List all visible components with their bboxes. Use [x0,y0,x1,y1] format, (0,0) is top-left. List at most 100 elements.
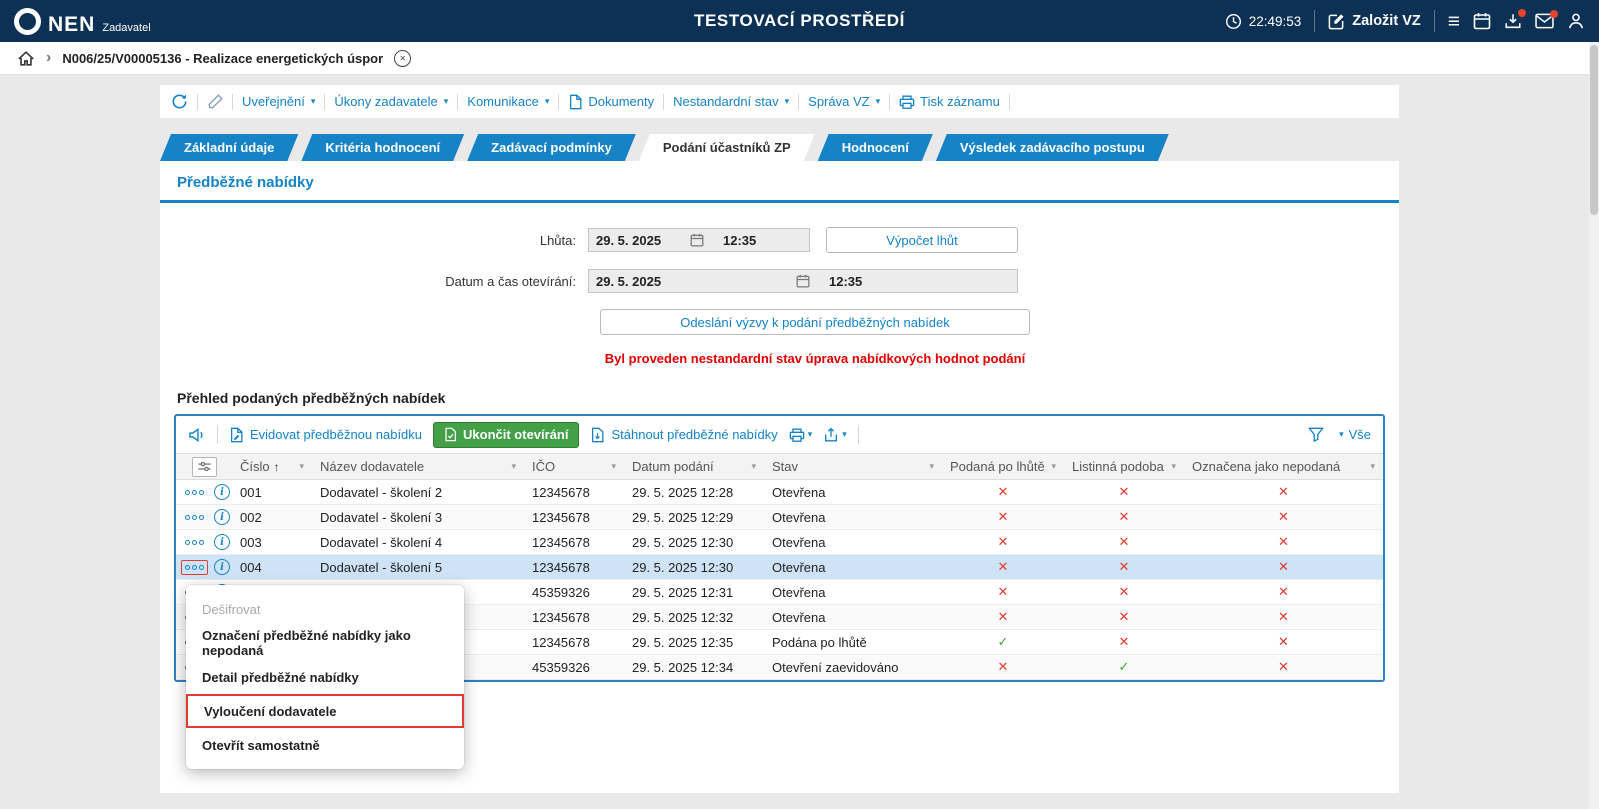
column-header-cislo[interactable]: Číslo↑▾ [232,454,312,479]
pencil-square-icon [1328,13,1345,30]
toolbar-link-dokumenty[interactable]: Dokumenty [568,94,654,110]
column-label: IČO [532,459,555,474]
caret-down-icon[interactable]: ▾ [751,461,756,472]
environment-title: TESTOVACÍ PROSTŘEDÍ [694,11,905,31]
toolbar-link-label: Správa VZ [808,94,869,109]
row-info-button[interactable]: i [214,484,230,500]
tab-zadavaci-podminky[interactable]: Zadávací podmínky [467,134,636,161]
row-menu-button[interactable] [181,535,208,550]
filter-icon[interactable] [1308,427,1324,442]
history-icon[interactable] [171,93,188,110]
caret-down-icon[interactable]: ▾ [1370,461,1375,472]
caret-down-icon[interactable]: ▾ [929,461,934,472]
calendar-icon[interactable] [796,274,810,288]
tab-vysledek-zadavaciho-postupu[interactable]: Výsledek zadávacího postupu [936,134,1169,161]
toolbar-link-label: Tisk záznamu [920,94,1000,109]
scrollbar-thumb[interactable] [1590,45,1598,215]
row-info-button[interactable]: i [214,534,230,550]
deadline-time-field[interactable]: 12:35 [711,229,809,251]
nen-brand[interactable]: NEN Zadavatel [14,8,151,35]
row-info-button[interactable]: i [214,559,230,575]
menu-item-detail-predbezne-nabidky[interactable]: Detail předběžné nabídky [186,660,464,694]
caret-down-icon: ▾ [444,96,449,107]
toolbar-link-tisk-zaznamu[interactable]: Tisk záznamu [899,94,1000,110]
row-menu-button[interactable] [181,560,208,575]
download-preliminary-offers-button[interactable]: Stáhnout předběžné nabídky [590,427,777,443]
toolbar-link-komunikace[interactable]: Komunikace▾ [467,94,549,109]
menu-item-desifrovat: Dešifrovat [186,592,464,626]
column-header-podana-po-lhute[interactable]: Podaná po lhůtě▾ [942,454,1064,479]
record-preliminary-offer-button[interactable]: Evidovat předběžnou nabídku [229,427,422,443]
announcement-icon[interactable] [188,427,206,443]
caret-down-icon[interactable]: ▾ [1171,461,1176,472]
separator [324,94,325,110]
opening-date-value: 29. 5. 2025 [596,274,661,289]
toolbar-link-nestandardni-stav[interactable]: Nestandardní stav▾ [673,94,789,109]
tab-kriteria-hodnoceni[interactable]: Kritéria hodnocení [301,134,464,161]
separator [798,94,799,110]
tab-hodnoceni[interactable]: Hodnocení [818,134,933,161]
row-submitted: 29. 5. 2025 12:35 [624,630,764,654]
caret-down-icon[interactable]: ▾ [299,461,304,472]
menu-item-otevrit-samostatne[interactable]: Otevřít samostatně [186,728,464,762]
row-menu-button[interactable] [181,485,208,500]
caret-down-icon[interactable]: ▾ [611,461,616,472]
send-invite-button[interactable]: Odeslání výzvy k podání předběžných nabí… [600,309,1030,335]
row-number: 003 [232,530,312,554]
table-row[interactable]: i002Dodavatel - školení 31234567829. 5. … [176,505,1383,530]
top-header: NEN Zadavatel TESTOVACÍ PROSTŘEDÍ 22:49:… [0,0,1599,42]
separator [232,94,233,110]
row-supplier: Dodavatel - školení 2 [312,480,524,504]
opening-time-field[interactable]: 12:35 [817,270,1017,292]
caret-down-icon: ▾ [876,96,881,107]
column-settings-icon[interactable] [192,457,217,477]
home-icon[interactable] [17,50,35,67]
breadcrumb-record-title: N006/25/V00005136 - Realizace energetick… [62,51,383,66]
messages-button[interactable] [1535,13,1554,29]
calendar-icon[interactable] [1473,12,1491,30]
row-menu-button[interactable] [181,510,208,525]
end-opening-button[interactable]: Ukončit otevírání [433,422,579,448]
filter-all-label: Vše [1349,427,1371,442]
caret-down-icon: ▾ [785,96,790,107]
tab-zakladni-udaje[interactable]: Základní údaje [160,134,298,161]
row-late-flag: ✕ [942,530,1064,554]
calendar-icon[interactable] [690,233,704,247]
deadline-date-field[interactable]: 29. 5. 2025 [589,229,711,251]
opening-date-field[interactable]: 29. 5. 2025 [589,270,817,292]
column-header-datum-podani[interactable]: Datum podání▾ [624,454,764,479]
row-notsubmitted-flag: ✕ [1184,480,1383,504]
print-button[interactable]: ▾ [789,427,813,443]
column-header-oznacena-jako-nepodana[interactable]: Označena jako nepodaná▾ [1184,454,1383,479]
table-row[interactable]: i003Dodavatel - školení 41234567829. 5. … [176,530,1383,555]
deadline-field-group: 29. 5. 2025 12:35 [588,228,810,252]
downloads-button[interactable] [1504,12,1522,30]
user-profile-icon[interactable] [1567,12,1585,30]
column-header-listinna-podoba[interactable]: Listinná podoba▾ [1064,454,1184,479]
column-header-ico[interactable]: IČO ▾ [524,454,624,479]
toolbar-link-uverejneni[interactable]: Uveřejnění▾ [242,94,315,109]
toolbar-link-ukony-zadavatele[interactable]: Úkony zadavatele▾ [334,94,448,109]
column-header-nazev-dodavatele[interactable]: Název dodavatele▾ [312,454,524,479]
column-header-stav[interactable]: Stav▾ [764,454,942,479]
row-paper-flag: ✓ [1064,655,1184,679]
edit-pencil-icon[interactable] [207,94,223,110]
toolbar-link-sprava-vz[interactable]: Správa VZ ▾ [808,94,880,109]
table-row[interactable]: i001Dodavatel - školení 21234567829. 5. … [176,480,1383,505]
cross-icon: ✕ [1119,535,1130,550]
calculate-deadlines-button[interactable]: Výpočet lhůt [826,227,1018,253]
context-menu: DešifrovatOznačení předběžné nabídky jak… [186,585,464,769]
export-button[interactable]: ▾ [823,427,847,443]
close-record-icon[interactable]: ✕ [394,50,411,67]
send-invite-row: Odeslání výzvy k podání předběžných nabí… [160,309,1399,335]
hamburger-menu-icon[interactable]: ≡ [1448,11,1460,32]
tab-podani-ucastniku-zp[interactable]: Podání účastníků ZP [639,134,815,161]
filter-all-dropdown[interactable]: ▾ Vše [1338,427,1371,442]
menu-item-oznaceni-predbezne-nabidky-jako-nepodana[interactable]: Označení předběžné nabídky jako nepodaná [186,626,464,660]
menu-item-vylouceni-dodavatele[interactable]: Vyloučení dodavatele [186,694,464,728]
table-row[interactable]: i004Dodavatel - školení 51234567829. 5. … [176,555,1383,580]
create-vz-button[interactable]: Založit VZ [1328,13,1420,30]
caret-down-icon[interactable]: ▾ [511,461,516,472]
caret-down-icon[interactable]: ▾ [1051,461,1056,472]
row-info-button[interactable]: i [214,509,230,525]
